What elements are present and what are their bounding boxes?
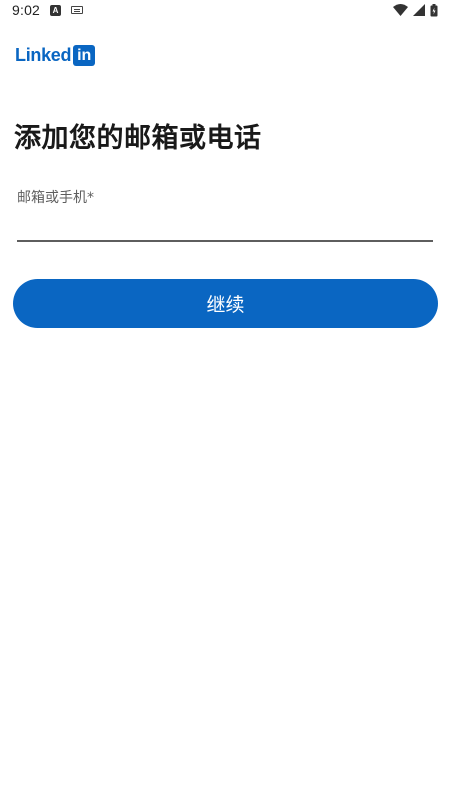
- email-or-phone-input[interactable]: [17, 208, 433, 242]
- signal-icon: [413, 4, 425, 16]
- logo-text: Linked: [15, 45, 72, 65]
- status-bar: 9:02 A: [0, 0, 450, 20]
- email-or-phone-label: 邮箱或手机*: [17, 190, 94, 206]
- linkedin-logo: Linked in: [15, 44, 96, 66]
- page-title: 添加您的邮箱或电话: [14, 123, 262, 154]
- status-left: 9:02 A: [12, 2, 84, 18]
- app-notification-icon: A: [50, 4, 62, 16]
- screen: 9:02 A Linked in 添加您的邮箱或电话 邮箱或手机* 继续: [0, 0, 450, 800]
- status-time: 9:02: [12, 2, 41, 18]
- wifi-icon: [393, 4, 408, 16]
- logo-in-box: in: [73, 44, 96, 66]
- continue-button[interactable]: 继续: [13, 279, 438, 328]
- battery-icon: [430, 3, 438, 16]
- keyboard-icon: [71, 6, 84, 14]
- status-right: [393, 3, 438, 17]
